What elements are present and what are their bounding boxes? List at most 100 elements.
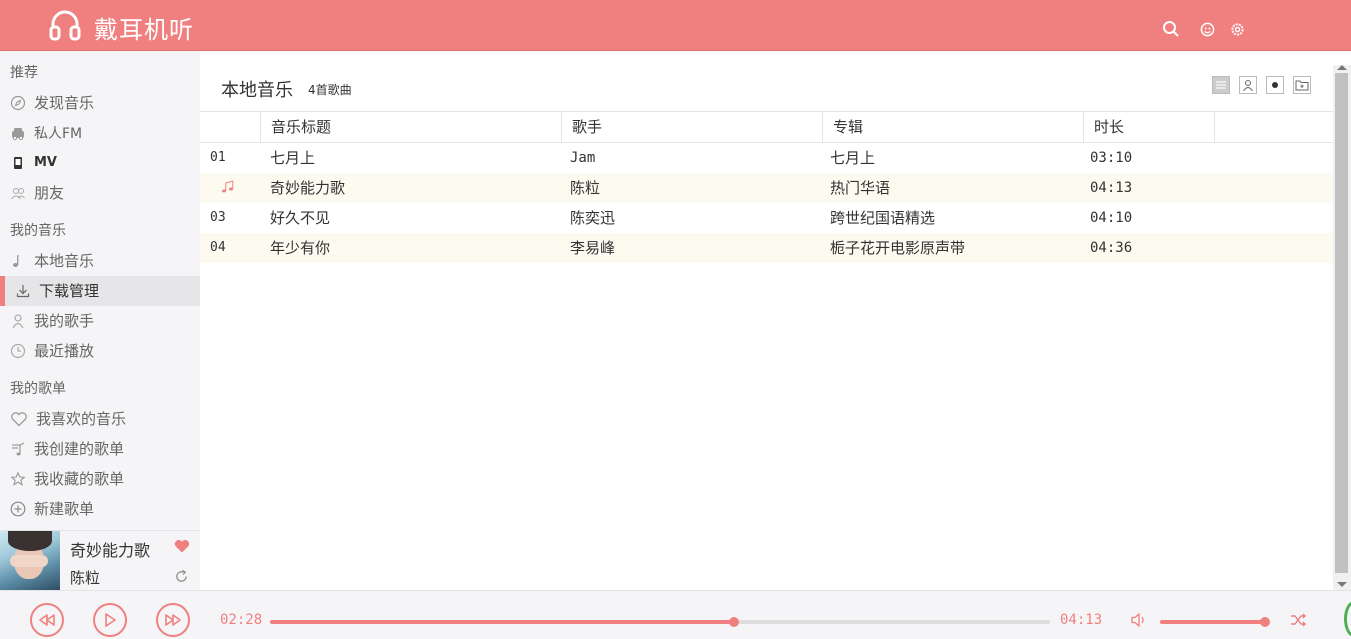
sidebar-item-recent[interactable]: 最近播放 (0, 336, 200, 366)
table-row[interactable]: 01 七月上 Jam 七月上 03:10 (200, 143, 1333, 173)
song-title: 好久不见 (270, 209, 331, 227)
song-title: 年少有你 (270, 239, 331, 257)
app-window: 戴耳机听 推荐 发现音乐 私人FM MV 朋友 我的音乐 本地音乐 下载管理 我… (0, 0, 1351, 639)
column-header-artist[interactable]: 歌手 (561, 112, 822, 143)
folder-icon (1295, 80, 1309, 91)
song-album: 七月上 (830, 149, 876, 167)
sidebar-item-label: 下载管理 (39, 282, 100, 300)
progress-bar[interactable] (270, 617, 1050, 627)
track-number: 04 (210, 240, 226, 255)
heart-icon[interactable] (174, 539, 190, 553)
song-duration: 04:36 (1090, 240, 1133, 256)
album-view-button[interactable] (1266, 76, 1284, 94)
scroll-up-arrow[interactable] (1337, 65, 1347, 70)
volume-icon[interactable] (1130, 612, 1148, 628)
song-artist: 李易峰 (570, 239, 616, 257)
sidebar-item-new-playlist[interactable]: 新建歌单 (0, 494, 200, 524)
sidebar-item-created[interactable]: 我创建的歌单 (0, 434, 200, 464)
sidebar: 推荐 发现音乐 私人FM MV 朋友 我的音乐 本地音乐 下载管理 我的歌手 最… (0, 51, 200, 530)
song-artist: 陈粒 (570, 179, 601, 197)
sidebar-item-collected[interactable]: 我收藏的歌单 (0, 464, 200, 494)
section-title-my-playlists: 我的歌单 (10, 381, 66, 397)
corner-widget[interactable] (1344, 601, 1351, 637)
progress-knob[interactable] (729, 617, 740, 627)
folder-view-button[interactable] (1293, 76, 1311, 94)
vertical-scrollbar[interactable] (1333, 65, 1351, 590)
fast-forward-icon (165, 614, 181, 626)
sidebar-item-label: 最近播放 (34, 342, 95, 360)
list-view-button[interactable] (1212, 76, 1230, 94)
person-icon (12, 314, 24, 329)
app-title: 戴耳机听 (94, 16, 194, 44)
star-icon (10, 471, 26, 486)
song-title: 七月上 (270, 149, 316, 167)
sidebar-item-label: 私人FM (34, 126, 83, 142)
song-artist: 陈奕迅 (570, 209, 616, 227)
table-header: 音乐标题 歌手 专辑 时长 (200, 111, 1333, 143)
table-row[interactable]: 04 年少有你 李易峰 栀子花开电影原声带 04:36 (200, 233, 1333, 263)
plus-circle-icon (10, 501, 26, 517)
sidebar-item-friends[interactable]: 朋友 (0, 178, 200, 208)
song-title: 奇妙能力歌 (270, 179, 346, 197)
artist-view-button[interactable] (1239, 76, 1257, 94)
play-icon (105, 613, 116, 627)
song-album: 栀子花开电影原声带 (830, 239, 966, 257)
column-header-title[interactable]: 音乐标题 (260, 112, 561, 143)
track-number: 01 (210, 150, 226, 165)
shuffle-icon[interactable] (1289, 611, 1307, 629)
playlist-icon (12, 442, 25, 456)
sidebar-item-label: 发现音乐 (34, 94, 95, 112)
share-icon[interactable] (174, 569, 189, 584)
sidebar-item-label: 我的歌手 (34, 312, 95, 330)
progress-fill (270, 620, 735, 624)
page-title: 本地音乐 (221, 80, 293, 101)
song-duration: 03:10 (1090, 150, 1133, 166)
sidebar-item-liked[interactable]: 我喜欢的音乐 (0, 404, 200, 434)
table-row[interactable]: 奇妙能力歌 陈粒 热门华语 04:13 (200, 173, 1333, 203)
main-panel: 本地音乐 4首歌曲 音乐标题 歌手 专辑 时长 01 七月上 Jam 七月上 0… (200, 51, 1351, 590)
sidebar-item-discover[interactable]: 发现音乐 (0, 88, 200, 118)
phone-icon (14, 157, 22, 169)
previous-button[interactable] (30, 603, 64, 637)
search-icon[interactable] (1162, 20, 1180, 38)
sidebar-item-mv[interactable]: MV (0, 148, 200, 178)
note-icon (13, 255, 19, 267)
column-header-duration[interactable]: 时长 (1083, 112, 1214, 143)
list-icon (1216, 81, 1226, 89)
sidebar-item-local-music[interactable]: 本地音乐 (0, 246, 200, 276)
sidebar-item-downloads[interactable]: 下载管理 (0, 276, 200, 306)
header-bar: 戴耳机听 (0, 0, 1351, 51)
sidebar-item-my-artists[interactable]: 我的歌手 (0, 306, 200, 336)
song-artist: Jam (570, 150, 596, 166)
play-button[interactable] (93, 603, 127, 637)
clock-icon (10, 343, 26, 359)
volume-fill (1160, 620, 1265, 624)
friends-icon (11, 188, 25, 200)
rewind-icon (39, 614, 55, 626)
song-duration: 04:10 (1090, 210, 1133, 226)
section-title-my-music: 我的音乐 (10, 223, 66, 239)
sidebar-item-label: 我创建的歌单 (34, 440, 125, 458)
song-album: 跨世纪国语精选 (830, 209, 936, 227)
heart-icon (11, 412, 27, 427)
radio-icon (12, 128, 24, 141)
volume-slider[interactable] (1160, 617, 1270, 627)
table-row[interactable]: 03 好久不见 陈奕迅 跨世纪国语精选 04:10 (200, 203, 1333, 233)
sidebar-item-label: MV (34, 155, 57, 170)
sidebar-item-label: 我喜欢的音乐 (36, 410, 127, 428)
next-button[interactable] (156, 603, 190, 637)
section-title-recommend: 推荐 (10, 65, 38, 81)
user-icon[interactable] (1200, 22, 1215, 37)
column-header-album[interactable]: 专辑 (822, 112, 1083, 143)
now-playing-artist: 陈粒 (70, 569, 101, 587)
song-table: 音乐标题 歌手 专辑 时长 01 七月上 Jam 七月上 03:10 奇妙能力歌… (200, 111, 1333, 263)
current-time: 02:28 (220, 612, 263, 628)
scroll-down-arrow[interactable] (1337, 582, 1347, 587)
headphones-icon (49, 10, 81, 41)
album-cover[interactable] (0, 531, 60, 591)
sidebar-item-label: 朋友 (34, 184, 65, 202)
gear-icon[interactable] (1230, 22, 1245, 37)
sidebar-item-fm[interactable]: 私人FM (0, 118, 200, 148)
volume-knob[interactable] (1259, 617, 1270, 627)
scrollbar-thumb[interactable] (1335, 73, 1348, 573)
